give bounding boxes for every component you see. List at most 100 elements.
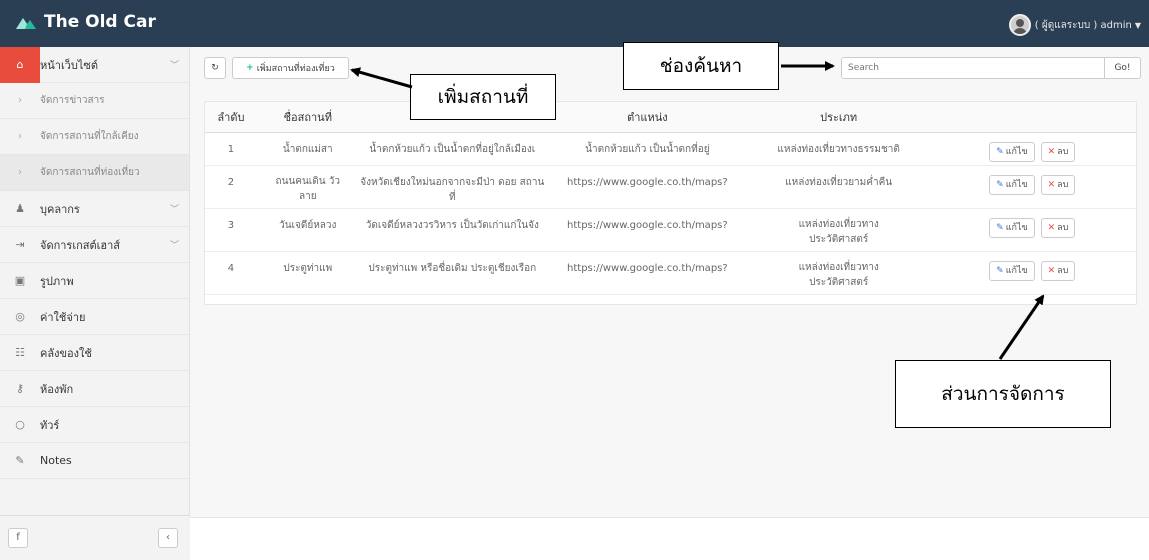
cell-name: ประตูท่าแพ	[256, 251, 359, 295]
chevron-right-icon: ›	[18, 167, 22, 178]
sidebar-footer: f ‹	[0, 515, 190, 560]
edit-label: แก้ไข	[1005, 222, 1028, 233]
sidebar-item-label: รูปภาพ	[40, 274, 74, 288]
cell-index: 1	[205, 132, 257, 166]
sidebar-item-label: จัดการสถานที่ท่องเที่ยว	[40, 167, 140, 178]
places-table-panel: ลำดับ ชื่อสถานที่ ตำแหน่ง ประเภท 1 น้ำตก…	[204, 101, 1137, 305]
footer-bar	[190, 517, 1149, 560]
sidebar-item-staff[interactable]: ♟ บุคลากร ﹀	[0, 191, 189, 227]
delete-label: ลบ	[1057, 265, 1069, 276]
delete-label: ลบ	[1057, 146, 1069, 157]
sidebar-item-news[interactable]: › จัดการข่าวสาร	[0, 83, 189, 119]
edit-button[interactable]: ✎ แก้ไข	[989, 260, 1035, 281]
add-tourist-place-button[interactable]: + เพิ่มสถานที่ท่องเที่ยว	[232, 57, 349, 79]
sidebar-item-tourist-places[interactable]: › จัดการสถานที่ท่องเที่ยว	[0, 155, 189, 191]
user-label: ( ผู้ดูแลระบบ ) admin	[1034, 19, 1132, 31]
edit-button[interactable]: ✎ แก้ไข	[989, 174, 1035, 195]
chevron-down-icon: ﹀	[169, 61, 179, 71]
sidebar-item-expenses[interactable]: ◎ ค่าใช้จ่าย	[0, 299, 189, 335]
table-row: 4 ประตูท่าแพ ประตูท่าแพ หรือชื่อเดิม ประ…	[205, 251, 1136, 295]
cell-type: แหล่งท่องเที่ยวทางธรรมชาติ	[748, 132, 929, 166]
sidebar-item-label: Notes	[40, 454, 72, 467]
sidebar-item-guesthouse[interactable]: ⇥ จัดการเกสต์เฮาส์ ﹀	[0, 227, 189, 263]
sidebar-item-label: บุคลากร	[40, 202, 80, 216]
pencil-icon: ✎	[996, 179, 1004, 190]
pencil-icon: ✎	[996, 222, 1004, 233]
image-icon: ▣	[14, 274, 26, 287]
cell-index: 2	[205, 165, 257, 209]
cell-name: ถนนคนเดิน วัวลาย	[256, 165, 359, 209]
refresh-button[interactable]: ↻	[204, 57, 226, 79]
cell-detail: จังหวัดเชียงใหม่นอกจากจะมีป่า ดอย สถานที…	[358, 165, 546, 209]
cell-detail: วัดเจดีย์หลวงวรวิหาร เป็นวัดเก่าแก่ในจัง	[358, 208, 546, 252]
cell-location: https://www.google.co.th/maps?	[545, 165, 749, 209]
caret-down-icon: ▼	[1134, 20, 1141, 30]
cell-actions: ✎ แก้ไข ✕ ลบ	[928, 132, 1136, 166]
plus-icon: +	[246, 63, 254, 73]
edit-label: แก้ไข	[1005, 146, 1028, 157]
chevron-right-icon: ›	[18, 95, 22, 106]
key-icon: ⚷	[15, 382, 25, 395]
table-header-row: ลำดับ ชื่อสถานที่ ตำแหน่ง ประเภท	[205, 102, 1136, 133]
sidebar-item-tours[interactable]: ○ ทัวร์	[0, 407, 189, 443]
pencil-icon: ✎	[996, 265, 1004, 276]
sidebar-item-label: คลังของใช้	[40, 346, 92, 360]
app-title: The Old Car	[44, 12, 156, 32]
delete-label: ลบ	[1057, 222, 1069, 233]
pencil-icon: ✎	[996, 146, 1004, 157]
sidebar-item-label: ทัวร์	[40, 418, 60, 432]
sidebar-item-inventory[interactable]: ☷ คลังของใช้	[0, 335, 189, 371]
refresh-icon: ↻	[211, 63, 219, 73]
callout-add-place: เพิ่มสถานที่	[410, 74, 556, 120]
sidebar: ⌂ หน้าเว็บไซต์ ﹀ › จัดการข่าวสาร › จัดกา…	[0, 46, 190, 560]
cell-actions: ✎ แก้ไข ✕ ลบ	[928, 251, 1136, 295]
callout-search: ช่องค้นหา	[623, 42, 779, 90]
collapse-sidebar-button[interactable]: ‹	[158, 528, 178, 548]
sidebar-item-label: จัดการเกสต์เฮาส์	[40, 238, 120, 252]
sidebar-item-nearby-places[interactable]: › จัดการสถานที่ใกล้เคียง	[0, 119, 189, 155]
cell-actions: ✎ แก้ไข ✕ ลบ	[928, 165, 1136, 209]
delete-button[interactable]: ✕ ลบ	[1040, 260, 1076, 281]
brand[interactable]: The Old Car	[14, 12, 156, 32]
pencil-icon: ✎	[15, 454, 25, 467]
sidebar-item-rooms[interactable]: ⚷ ห้องพัก	[0, 371, 189, 407]
delete-button[interactable]: ✕ ลบ	[1040, 217, 1076, 238]
delete-button[interactable]: ✕ ลบ	[1040, 174, 1076, 195]
avatar	[1008, 14, 1031, 36]
close-icon: ✕	[1047, 146, 1056, 157]
sidebar-item-label: ค่าใช้จ่าย	[40, 310, 86, 324]
places-table: ลำดับ ชื่อสถานที่ ตำแหน่ง ประเภท 1 น้ำตก…	[205, 102, 1136, 295]
close-icon: ✕	[1047, 265, 1056, 276]
sidebar-item-website[interactable]: ⌂ หน้าเว็บไซต์ ﹀	[0, 46, 189, 83]
sidebar-item-images[interactable]: ▣ รูปภาพ	[0, 263, 189, 299]
sidebar-item-notes[interactable]: ✎ Notes	[0, 443, 189, 479]
sidebar-item-label: ห้องพัก	[40, 382, 74, 396]
chevron-right-icon: ›	[18, 131, 22, 142]
users-icon: ♟	[15, 202, 25, 215]
go-button[interactable]: Go!	[1104, 57, 1140, 79]
header-index: ลำดับ	[205, 102, 257, 133]
cell-index: 4	[205, 251, 257, 295]
top-navbar: The Old Car ( ผู้ดูแลระบบ ) admin ▼	[0, 0, 1149, 47]
close-icon: ✕	[1047, 179, 1056, 190]
cell-location: https://www.google.co.th/maps?	[545, 208, 749, 252]
user-menu[interactable]: ( ผู้ดูแลระบบ ) admin ▼	[1008, 14, 1141, 36]
cell-name: วันเจดีย์หลวง	[256, 208, 359, 252]
delete-button[interactable]: ✕ ลบ	[1040, 141, 1076, 162]
header-location: ตำแหน่ง	[545, 102, 749, 133]
cell-detail: น้ำตกห้วยแก้ว เป็นน้ำตกที่อยู่ใกล้เมืองเ	[358, 132, 546, 166]
logo-icon	[16, 18, 36, 29]
delete-label: ลบ	[1057, 179, 1069, 190]
cell-type: แหล่งท่องเที่ยวยามค่ำคืน	[748, 165, 929, 209]
edit-button[interactable]: ✎ แก้ไข	[989, 141, 1035, 162]
search-input[interactable]	[842, 58, 1102, 78]
home-icon: ⌂	[0, 46, 40, 83]
facebook-icon[interactable]: f	[8, 528, 28, 548]
edit-label: แก้ไข	[1005, 179, 1028, 190]
cell-detail: ประตูท่าแพ หรือชื่อเดิม ประตูเชียงเรือก	[358, 251, 546, 295]
cell-location: https://www.google.co.th/maps?	[545, 251, 749, 295]
header-name: ชื่อสถานที่	[256, 102, 359, 133]
table-row: 1 น้ำตกแม่สา น้ำตกห้วยแก้ว เป็นน้ำตกที่อ…	[205, 132, 1136, 166]
edit-button[interactable]: ✎ แก้ไข	[989, 217, 1035, 238]
table-row: 3 วันเจดีย์หลวง วัดเจดีย์หลวงวรวิหาร เป็…	[205, 208, 1136, 252]
